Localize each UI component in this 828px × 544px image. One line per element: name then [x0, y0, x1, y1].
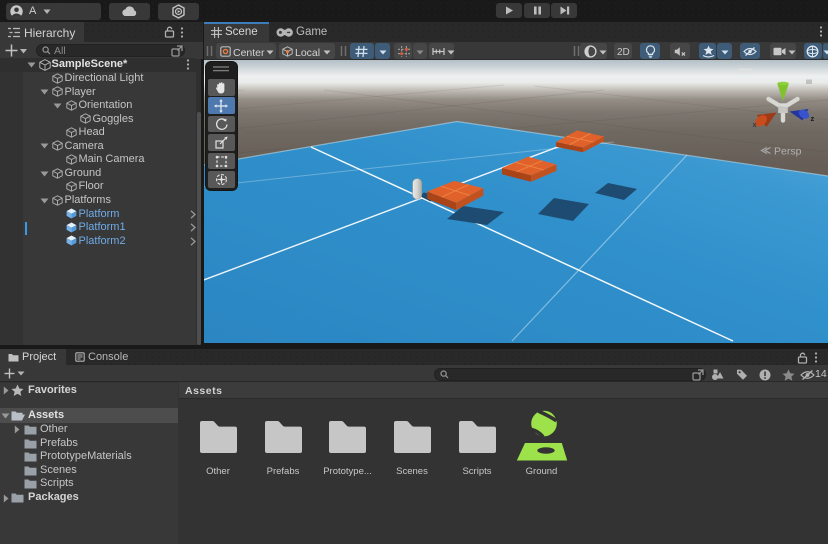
svg-text:z: z — [811, 114, 815, 123]
svg-text:Persp: Persp — [774, 146, 802, 158]
